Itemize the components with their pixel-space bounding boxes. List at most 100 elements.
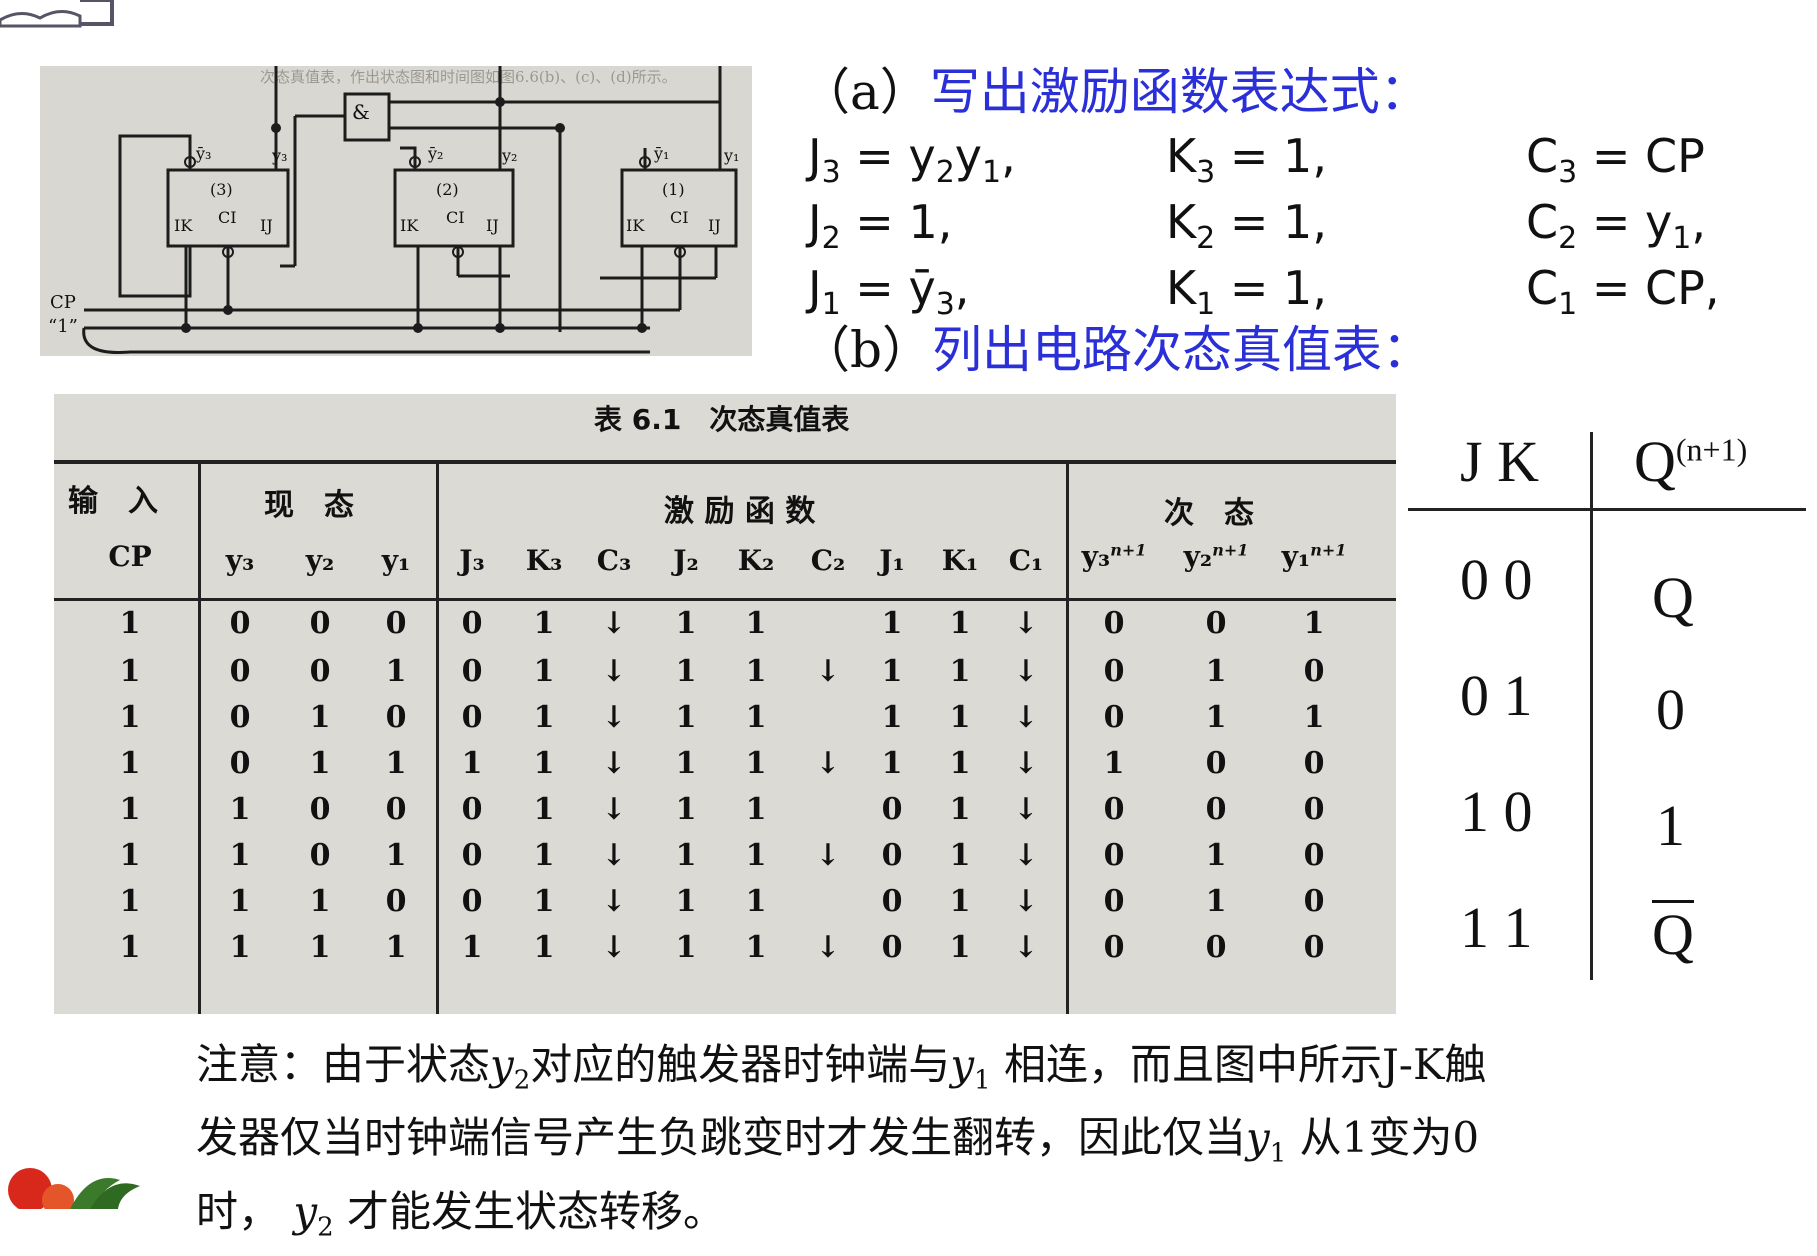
table-cell-r4-j1: 1 bbox=[881, 746, 903, 781]
table-cell-r3-cp: 1 bbox=[119, 700, 141, 735]
table-cell-r8-c3: ↓ bbox=[601, 930, 627, 965]
table-cell-r4-y1n: 0 bbox=[1303, 746, 1325, 781]
table-cell-r2-y1n: 0 bbox=[1303, 654, 1325, 689]
table-cell-r1-y1n: 1 bbox=[1303, 606, 1325, 641]
ff1-ci: CI bbox=[670, 208, 689, 227]
table-cell-r2-c1: ↓ bbox=[1013, 654, 1039, 689]
ff2-ij: IJ bbox=[486, 216, 499, 235]
table-cell-r5-c1: ↓ bbox=[1013, 792, 1039, 827]
table-cell-r4-j2: 1 bbox=[675, 746, 697, 781]
flower-decoration-icon bbox=[0, 1150, 150, 1216]
table-cell-r6-j2: 1 bbox=[675, 838, 697, 873]
table-cell-r4-y1: 1 bbox=[385, 746, 407, 781]
eq-j2: J2 = 1, bbox=[808, 195, 953, 257]
table-cell-r3-y3n: 0 bbox=[1103, 700, 1125, 735]
table-title: 表 6.1 次态真值表 bbox=[594, 403, 850, 436]
table-cell-r1-cp: 1 bbox=[119, 606, 141, 641]
col-y2: y₂ bbox=[305, 544, 335, 577]
table-cell-r2-j2: 1 bbox=[675, 654, 697, 689]
table-cell-r1-y2n: 0 bbox=[1205, 606, 1227, 641]
table-cell-r2-c2: ↓ bbox=[815, 654, 841, 689]
table-cell-r8-y3n: 0 bbox=[1103, 930, 1125, 965]
table-cell-r8-c1: ↓ bbox=[1013, 930, 1039, 965]
jk-row-01-input: 0 1 bbox=[1460, 663, 1533, 728]
table-cell-r6-k2: 1 bbox=[745, 838, 767, 873]
table-cell-r7-y3n: 0 bbox=[1103, 884, 1125, 919]
jk-row-10-input: 1 0 bbox=[1460, 779, 1533, 844]
ff1-ij: IJ bbox=[708, 216, 721, 235]
table-cell-r7-c3: ↓ bbox=[601, 884, 627, 919]
table-cell-r4-c2: ↓ bbox=[815, 746, 841, 781]
col-y2-next: y₂n+1 bbox=[1183, 540, 1249, 573]
table-cell-r7-k1: 1 bbox=[949, 884, 971, 919]
table-cell-r3-j1: 1 bbox=[881, 700, 903, 735]
table-cell-r5-y1: 0 bbox=[385, 792, 407, 827]
table-cell-r5-cp: 1 bbox=[119, 792, 141, 827]
table-cell-r8-j2: 1 bbox=[675, 930, 697, 965]
note-paragraph: 注意：由于状态y2对应的触发器时钟端与y1 相连，而且图中所示J-K触 发器仅当… bbox=[196, 1036, 1696, 1256]
table-cell-r1-j3: 0 bbox=[461, 606, 483, 641]
table-cell-r4-c3: ↓ bbox=[601, 746, 627, 781]
table-cell-r3-y1: 0 bbox=[385, 700, 407, 735]
group-present-state: 现 态 bbox=[264, 488, 354, 523]
table-cell-r2-y3n: 0 bbox=[1103, 654, 1125, 689]
table-cell-r3-c3: ↓ bbox=[601, 700, 627, 735]
table-cell-r3-c1: ↓ bbox=[1013, 700, 1039, 735]
col-c3: C₃ bbox=[596, 544, 632, 577]
ff2-number: (2) bbox=[436, 180, 459, 199]
table-cell-r8-cp: 1 bbox=[119, 930, 141, 965]
table-cell-r2-k2: 1 bbox=[745, 654, 767, 689]
table-cell-r7-j1: 0 bbox=[881, 884, 903, 919]
table-cell-r5-y2n: 0 bbox=[1205, 792, 1227, 827]
ff1-ik: IK bbox=[626, 216, 645, 235]
col-y1-next: y₁n+1 bbox=[1281, 540, 1347, 573]
eq-j3: J3 = y2y1, bbox=[808, 129, 1016, 191]
ff2-ik: IK bbox=[400, 216, 419, 235]
table-cell-r2-j3: 0 bbox=[461, 654, 483, 689]
ff1-qbar: ȳ₁ bbox=[654, 144, 670, 163]
table-cell-r1-c1: ↓ bbox=[1013, 606, 1039, 641]
table-cell-r5-j3: 0 bbox=[461, 792, 483, 827]
table-cell-r4-j3: 1 bbox=[461, 746, 483, 781]
table-cell-r1-y1: 0 bbox=[385, 606, 407, 641]
table-cell-r6-y2: 0 bbox=[309, 838, 331, 873]
table-cell-r4-k1: 1 bbox=[949, 746, 971, 781]
ff3-number: (3) bbox=[210, 180, 233, 199]
table-cell-r2-y3: 0 bbox=[229, 654, 251, 689]
ff3-ik: IK bbox=[174, 216, 193, 235]
table-cell-r7-y2: 1 bbox=[309, 884, 331, 919]
jk-row-10-output: 1 bbox=[1656, 793, 1685, 858]
table-cell-r6-j1: 0 bbox=[881, 838, 903, 873]
col-y3-next: y₃n+1 bbox=[1081, 540, 1147, 573]
ff3-qbar: ȳ₃ bbox=[196, 144, 212, 163]
table-cell-r5-c3: ↓ bbox=[601, 792, 627, 827]
ff3-ij: IJ bbox=[260, 216, 273, 235]
ff1-number: (1) bbox=[662, 180, 685, 199]
group-excitation: 激 励 函 数 bbox=[664, 494, 816, 529]
table-cell-r5-j1: 0 bbox=[881, 792, 903, 827]
table-cell-r6-j3: 0 bbox=[461, 838, 483, 873]
circuit-diagram-photo: 次态真值表，作出状态图和时间图如图6.6(b)、(c)、(d)所示。 & (3)… bbox=[40, 66, 752, 356]
col-k3: K₃ bbox=[525, 544, 563, 577]
book-logo-icon bbox=[0, 0, 120, 28]
table-cell-r2-y1: 1 bbox=[385, 654, 407, 689]
jk-header-left: J K bbox=[1460, 429, 1539, 494]
table-cell-r3-y2: 1 bbox=[309, 700, 331, 735]
table-cell-r3-y2n: 1 bbox=[1205, 700, 1227, 735]
table-cell-r6-c3: ↓ bbox=[601, 838, 627, 873]
col-c1: C₁ bbox=[1008, 544, 1044, 577]
table-cell-r5-k1: 1 bbox=[949, 792, 971, 827]
ff1-q: y₁ bbox=[724, 146, 740, 165]
table-cell-r8-c2: ↓ bbox=[815, 930, 841, 965]
eq-k2: K2 = 1, bbox=[1166, 195, 1327, 257]
table-cell-r8-y3: 1 bbox=[229, 930, 251, 965]
table-cell-r4-y3: 0 bbox=[229, 746, 251, 781]
table-cell-r6-y2n: 1 bbox=[1205, 838, 1227, 873]
table-cell-r2-y2: 0 bbox=[309, 654, 331, 689]
jk-row-11-output: Q bbox=[1652, 900, 1694, 967]
truth-table-photo: 表 6.1 次态真值表 输 入 现 态 激 励 函 数 次 态 CP y₃ y₂… bbox=[54, 394, 1396, 1014]
table-cell-r6-c2: ↓ bbox=[815, 838, 841, 873]
table-cell-r6-y3n: 0 bbox=[1103, 838, 1125, 873]
table-cell-r8-y2n: 0 bbox=[1205, 930, 1227, 965]
col-c2: C₂ bbox=[810, 544, 846, 577]
